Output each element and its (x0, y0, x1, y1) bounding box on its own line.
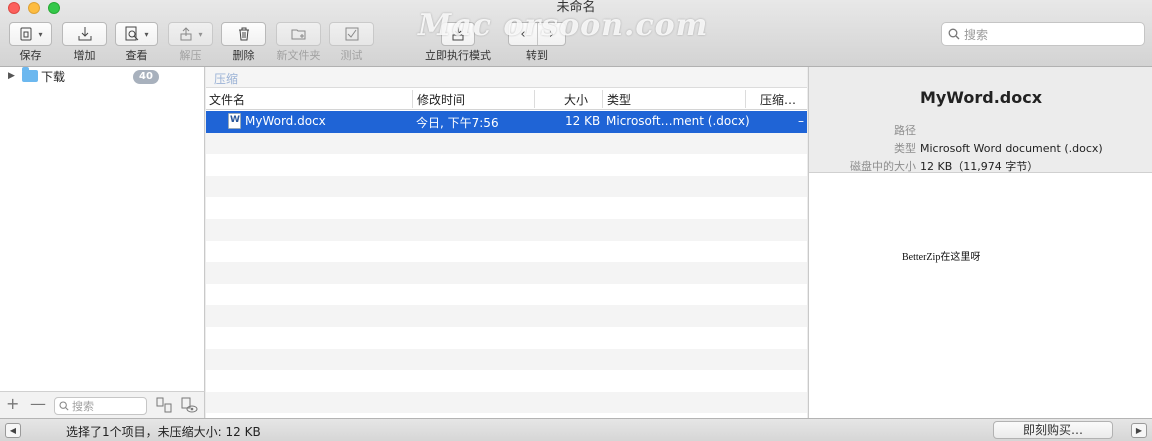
search-icon (59, 401, 69, 411)
goto-label: 转到 (526, 49, 548, 62)
sidebar-search-field[interactable]: 搜索 (54, 397, 147, 415)
empty-table-row (206, 175, 807, 198)
info-disk-size-row: 磁盘中的大小 12 KB（11,974 字节） (809, 158, 1038, 174)
triangle-left-icon: ◀ (9, 426, 17, 435)
toolbar-search-field[interactable]: 搜索 (941, 22, 1145, 46)
file-type-cell: Microsoft…ment (.docx) (606, 114, 750, 128)
checkmark-icon (345, 27, 358, 41)
column-header-modified[interactable]: 修改时间 (417, 91, 465, 108)
save-button[interactable]: ▾ (9, 22, 52, 46)
path-bar-label[interactable]: 压缩 (214, 70, 238, 87)
view-button[interactable]: ▾ (115, 22, 158, 46)
table-header: 文件名 修改时间 大小 类型 压缩… (206, 88, 807, 110)
empty-table-row (206, 197, 807, 219)
info-disk-size-value: 12 KB（11,974 字节） (920, 160, 1039, 173)
column-divider[interactable] (534, 90, 535, 108)
triangle-right-icon: ▶ (1135, 426, 1143, 435)
new-folder-label: 新文件夹 (276, 49, 321, 62)
extract-label: 解压 (179, 49, 202, 62)
quick-look-icon (125, 26, 139, 41)
new-folder-icon (291, 29, 305, 40)
file-compressed-cell: – (798, 114, 804, 128)
extract-button[interactable]: ▾ (168, 22, 213, 46)
path-bar: 压缩 (206, 67, 807, 88)
info-panel: MyWord.docx 路径 类型 Microsoft Word document… (808, 67, 1152, 418)
column-divider[interactable] (602, 90, 603, 108)
word-document-icon (228, 113, 241, 129)
column-divider[interactable] (412, 90, 413, 108)
info-header: MyWord.docx 路径 类型 Microsoft Word document… (809, 67, 1152, 173)
document-preview-text: BetterZip在这里呀 (902, 252, 981, 263)
info-type-row: 类型 Microsoft Word document (.docx) (809, 140, 1103, 156)
empty-table-row (206, 370, 807, 392)
toggle-layout-icon[interactable] (155, 396, 173, 414)
add-location-button[interactable]: + (6, 394, 19, 413)
add-button[interactable] (62, 22, 107, 46)
delete-label: 删除 (232, 49, 255, 62)
empty-table-row (206, 241, 807, 263)
folder-icon (22, 67, 38, 82)
item-count-badge: 40 (133, 70, 159, 84)
toggle-info-panel-button[interactable]: ▶ (1131, 423, 1147, 438)
chevron-down-icon: ▾ (144, 29, 149, 39)
info-type-key: 类型 (894, 142, 916, 155)
status-bar: ◀ 选择了1个项目，未压缩大小: 12 KB 即刻购买… ▶ (0, 418, 1152, 441)
sidebar-search-placeholder: 搜索 (72, 400, 94, 413)
sidebar-item-downloads[interactable]: ▶ 下载 40 (0, 67, 205, 85)
empty-table-row (206, 218, 807, 241)
sidebar: ▶ 下载 40 (0, 67, 205, 418)
chevron-down-icon: ▾ (38, 29, 43, 39)
search-placeholder: 搜索 (964, 27, 989, 42)
column-header-compressed[interactable]: 压缩… (760, 91, 796, 108)
archive-save-icon (20, 27, 32, 41)
column-header-type[interactable]: 类型 (607, 91, 631, 108)
search-icon (948, 28, 960, 40)
buy-now-button[interactable]: 即刻购买… (993, 421, 1113, 439)
column-divider[interactable] (745, 90, 746, 108)
info-path-key: 路径 (894, 124, 916, 137)
info-path-row: 路径 (809, 122, 920, 138)
empty-table-row (206, 154, 807, 176)
watermark: Mac orsoon.com (418, 8, 709, 43)
column-header-size[interactable]: 大小 (564, 91, 588, 108)
empty-table-row (206, 305, 807, 327)
empty-table-row (206, 284, 807, 306)
empty-table-row (206, 391, 807, 414)
file-name-cell: MyWord.docx (245, 114, 326, 128)
add-label: 增加 (73, 49, 96, 62)
save-label: 保存 (19, 49, 42, 62)
file-modified-cell: 今日, 下午7:56 (416, 116, 499, 130)
chevron-down-icon: ▾ (198, 29, 203, 39)
disclosure-triangle-icon[interactable]: ▶ (8, 71, 20, 81)
test-button[interactable] (329, 22, 374, 46)
column-header-name[interactable]: 文件名 (209, 91, 245, 108)
file-size-cell: 12 KB (565, 114, 601, 128)
delete-button[interactable] (221, 22, 266, 46)
remove-location-button[interactable]: — (30, 394, 46, 413)
preview-eye-icon[interactable] (180, 396, 198, 414)
empty-table-row (206, 132, 807, 155)
execute-mode-label: 立即执行模式 (425, 49, 491, 62)
view-label: 查看 (125, 49, 148, 62)
empty-table-row (206, 327, 807, 349)
new-folder-button[interactable] (276, 22, 321, 46)
archive-file-list: 压缩 文件名 修改时间 大小 类型 压缩… MyWord.docx 今日, 下午… (206, 67, 807, 418)
test-label: 测试 (340, 49, 363, 62)
add-to-archive-icon (78, 27, 91, 41)
status-text: 选择了1个项目，未压缩大小: 12 KB (66, 425, 261, 439)
empty-table-row (206, 348, 807, 371)
toggle-sidebar-button[interactable]: ◀ (5, 423, 21, 438)
info-file-title: MyWord.docx (919, 88, 1043, 107)
window-toolbar: 未命名 ▾ 保存 增加 ▾ 查看 ▾ 解压 删除 新文件夹 测试 立即执行模式 … (0, 0, 1152, 67)
empty-table-row (206, 262, 807, 284)
extract-icon (180, 27, 192, 41)
sidebar-footer: + — 搜索 (0, 391, 205, 418)
info-type-value: Microsoft Word document (.docx) (920, 142, 1103, 155)
file-rows: MyWord.docx 今日, 下午7:56 12 KB Microsoft…m… (206, 111, 807, 414)
sidebar-item-label: 下载 (41, 69, 66, 84)
table-row[interactable]: MyWord.docx 今日, 下午7:56 12 KB Microsoft…m… (206, 111, 807, 133)
trash-icon (238, 27, 249, 41)
info-disk-size-key: 磁盘中的大小 (850, 160, 916, 173)
